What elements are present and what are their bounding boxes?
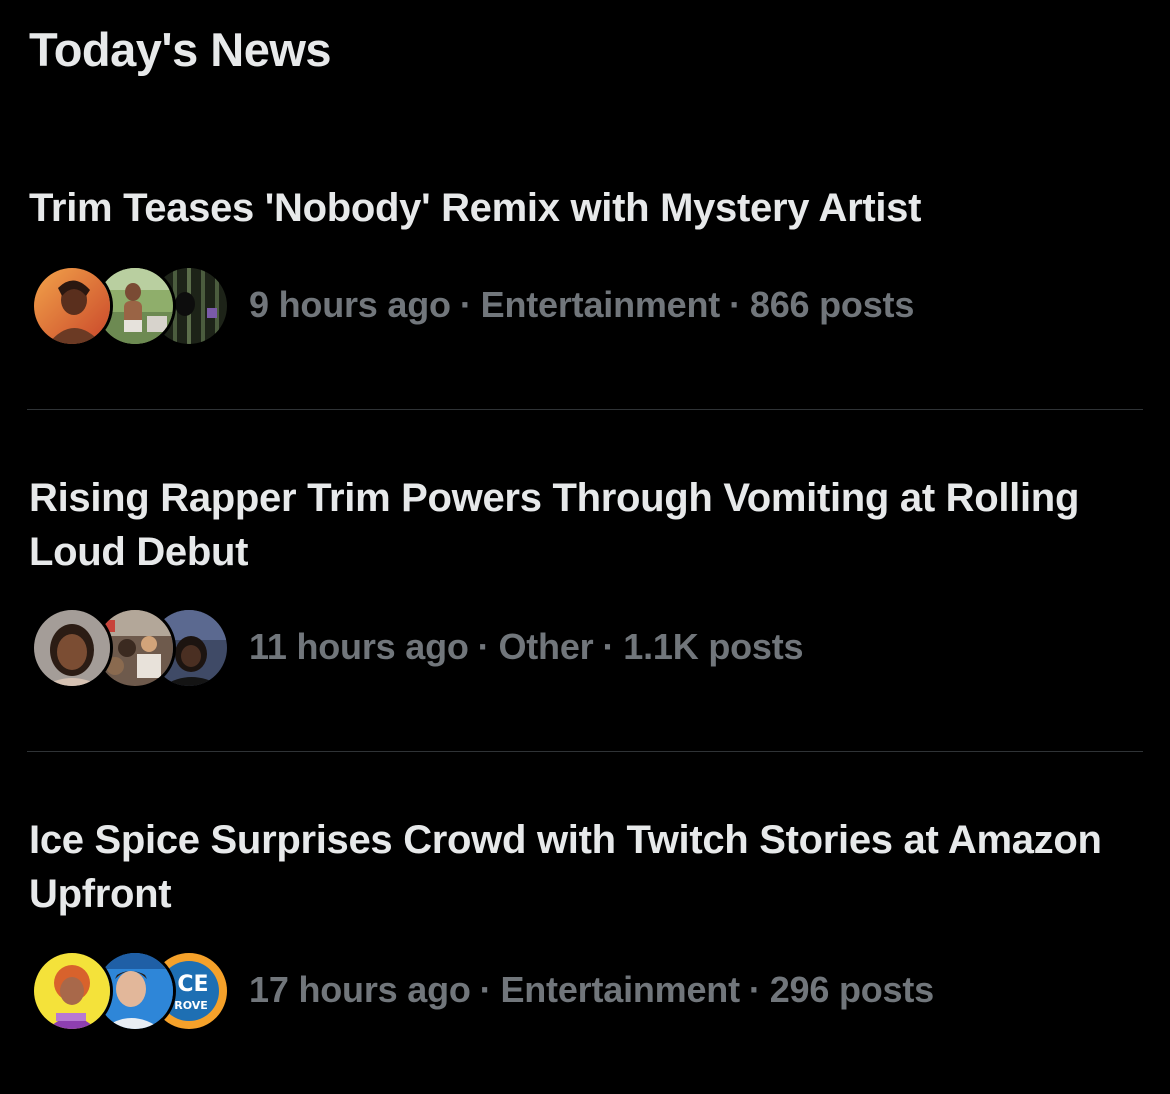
divider (27, 751, 1143, 752)
story-meta-text: 11 hours ago · Other · 1.1K posts (249, 626, 804, 668)
logo-text: CE (177, 972, 208, 997)
avatar (31, 950, 113, 1032)
separator-dot: · (459, 284, 472, 325)
story-meta: 11 hours ago · Other · 1.1K posts (31, 606, 804, 689)
section-title: Today's News (29, 23, 332, 76)
todays-news-module: Today's News Trim Teases 'Nobody' Remix … (0, 0, 1170, 1094)
story-category: Entertainment (500, 969, 740, 1010)
story-post-count: 296 posts (769, 969, 934, 1010)
logo-text: ROVE (174, 999, 208, 1012)
avatar (31, 607, 113, 689)
story-meta: CE ROVE 17 hours ago · Entertainment · 296 p… (31, 949, 934, 1032)
story-headline[interactable]: Rising Rapper Trim Powers Through Vomiti… (29, 471, 1139, 579)
separator-dot: · (602, 626, 615, 667)
divider (27, 409, 1143, 410)
story-category: Entertainment (480, 284, 721, 325)
story-meta-text: 17 hours ago · Entertainment · 296 posts (249, 969, 934, 1011)
separator-dot: · (477, 626, 490, 667)
story-meta-text: 9 hours ago · Entertainment · 866 posts (249, 284, 914, 326)
story-post-count: 866 posts (749, 284, 915, 325)
story-time: 9 hours ago (249, 284, 451, 325)
avatar (31, 265, 113, 347)
story-category: Other (498, 626, 594, 667)
separator-dot: · (729, 284, 741, 325)
story-headline[interactable]: Ice Spice Surprises Crowd with Twitch St… (29, 813, 1139, 921)
story-post-count: 1.1K posts (623, 626, 804, 667)
story-time: 17 hours ago (249, 969, 471, 1010)
avatar-stack: CE ROVE (31, 949, 230, 1032)
story-headline[interactable]: Trim Teases 'Nobody' Remix with Mystery … (29, 181, 1139, 235)
avatar-stack (31, 264, 230, 347)
story-meta: 9 hours ago · Entertainment · 866 posts (31, 264, 914, 347)
separator-dot: · (748, 969, 761, 1010)
story-time: 11 hours ago (249, 626, 469, 667)
avatar-stack (31, 606, 230, 689)
separator-dot: · (479, 969, 492, 1010)
